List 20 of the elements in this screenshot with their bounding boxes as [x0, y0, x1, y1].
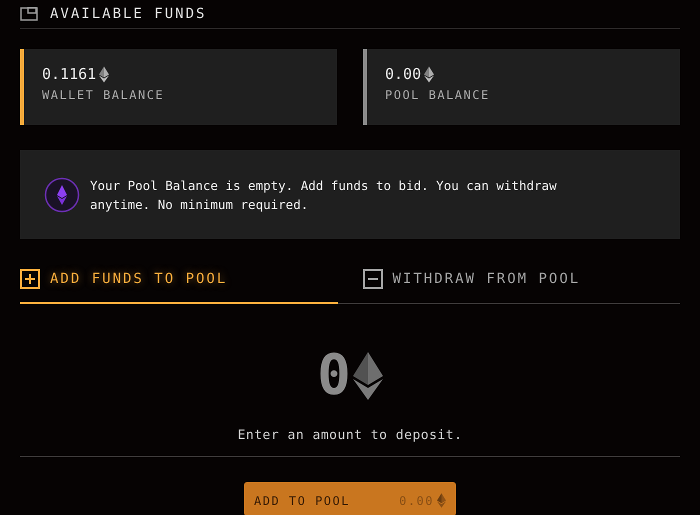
- ethereum-icon: [352, 352, 383, 400]
- hint-text: Enter an amount to deposit.: [236, 427, 464, 445]
- ethereum-icon: [437, 493, 446, 508]
- ethereum-icon: [99, 66, 110, 83]
- tab[interactable]: WITHDRAW FROM POOL: [338, 256, 680, 304]
- minus-icon: [362, 269, 382, 289]
- plus-icon: [20, 269, 40, 289]
- balance-amount: 0.00: [385, 66, 422, 83]
- amount-display: 0: [317, 348, 351, 404]
- tab[interactable]: ADD FUNDS TO POOL: [20, 256, 338, 304]
- notice-text: Your Pool Balance is empty. Add funds to bid. You can withdraw anytime. No minimum required.: [90, 176, 558, 214]
- ethereum-icon: [44, 176, 80, 212]
- balance-amount: 0.1161: [42, 66, 96, 83]
- section-title: AVAILABLE FUNDS: [50, 7, 206, 21]
- add-to-pool-button[interactable]: ADD TO POOL 0.00: [244, 482, 456, 515]
- button-amount: 0.00: [399, 492, 434, 510]
- balance-label: POOL BALANCE: [385, 87, 491, 104]
- wallet-icon: [20, 7, 40, 21]
- balance-label: WALLET BALANCE: [42, 87, 166, 104]
- ethereum-icon: [424, 66, 434, 83]
